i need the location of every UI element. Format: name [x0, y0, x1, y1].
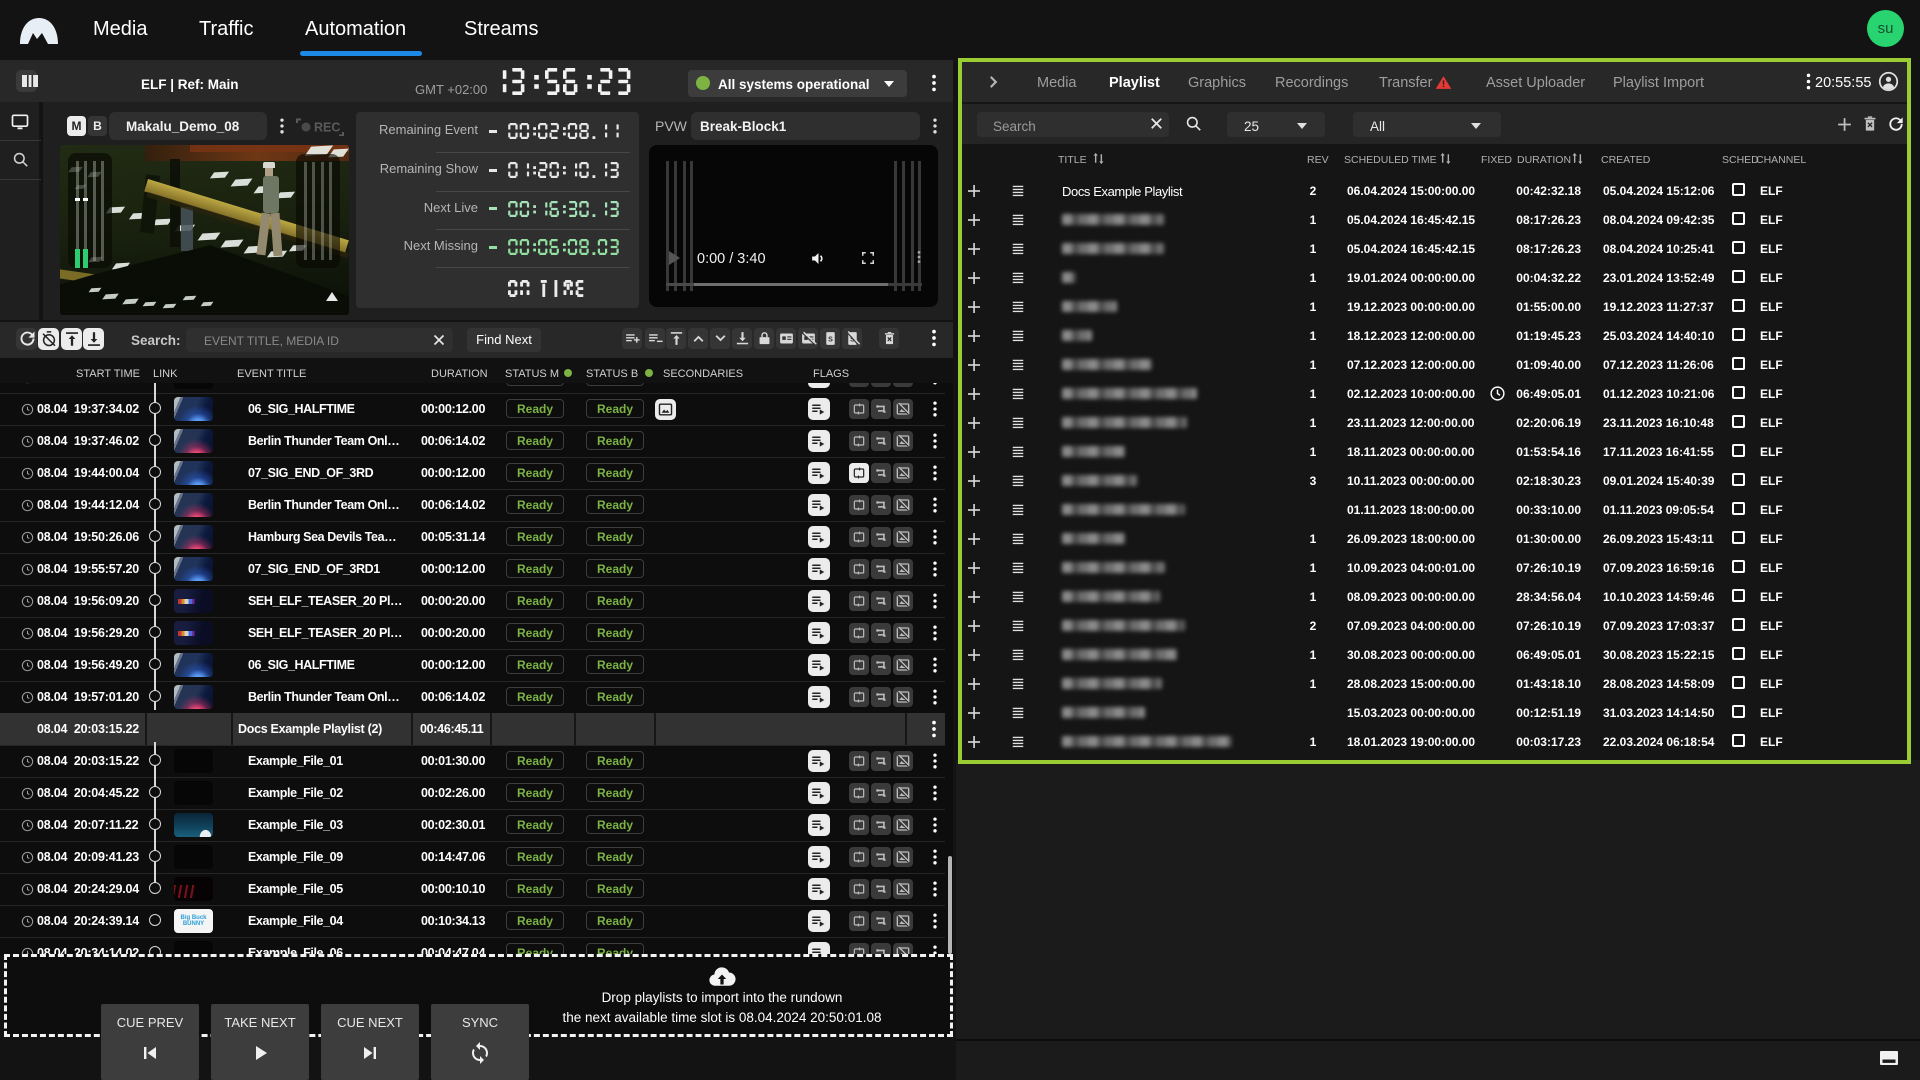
svg-text:REC: REC	[314, 121, 340, 135]
svg-text:S: S	[828, 335, 833, 343]
